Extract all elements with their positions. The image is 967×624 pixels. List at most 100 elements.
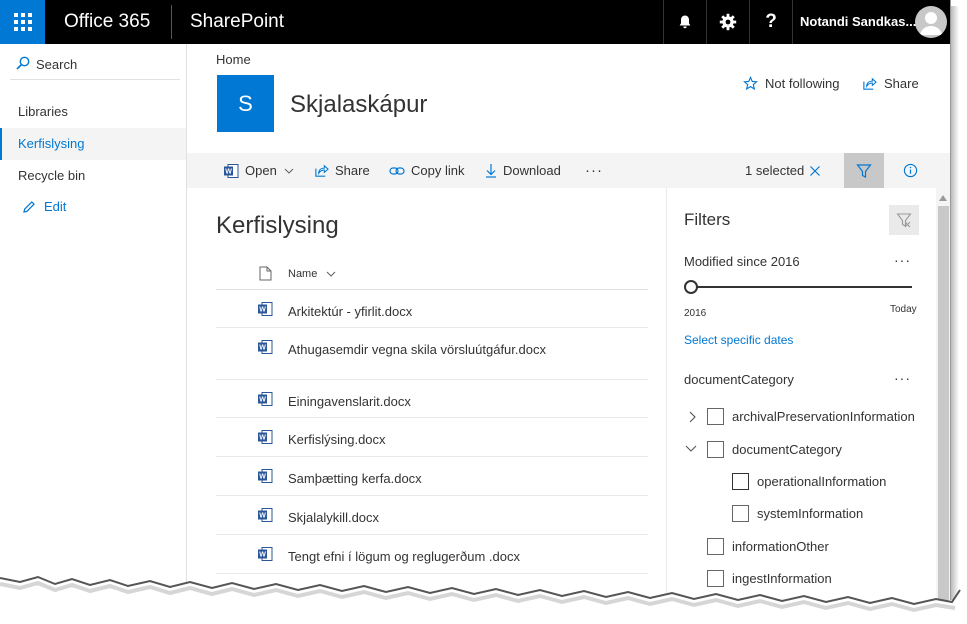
- file-name[interactable]: Skjalalykill.docx: [288, 510, 379, 525]
- svg-text:W: W: [259, 397, 266, 404]
- nav-item-libraries[interactable]: Libraries: [0, 96, 186, 128]
- checkbox[interactable]: [707, 441, 724, 458]
- svg-text:W: W: [225, 168, 232, 175]
- library-title: Kerfislysing: [216, 212, 339, 239]
- site-logo-letter: S: [238, 90, 253, 116]
- scrollbar-thumb[interactable]: [938, 206, 949, 600]
- edit-links-button[interactable]: Edit: [22, 199, 66, 214]
- torn-edge-decoration: [0, 575, 967, 624]
- filter-option-documentcategory[interactable]: documentCategory: [667, 439, 927, 463]
- word-icon: W: [258, 469, 273, 483]
- word-icon: W: [258, 508, 273, 522]
- column-header-row: Name: [216, 258, 648, 290]
- notifications-button[interactable]: [663, 0, 706, 44]
- search-icon: [16, 56, 30, 70]
- office365-brand[interactable]: Office 365: [64, 11, 150, 33]
- selection-status: 1 selected: [745, 153, 804, 188]
- list-item[interactable]: W Kerfislýsing.docx: [216, 418, 648, 457]
- clear-filters-button[interactable]: [889, 205, 919, 235]
- site-title[interactable]: Skjalaskápur: [290, 91, 427, 119]
- filter-option-label: operationalInformation: [757, 474, 887, 489]
- filters-pane: Filters Modified since 2016 ··· 2016 Tod…: [666, 188, 936, 600]
- scroll-up-arrow-icon[interactable]: [939, 195, 947, 201]
- svg-text:W: W: [259, 435, 266, 442]
- word-icon: W: [224, 163, 239, 178]
- chevron-down-icon[interactable]: [684, 443, 698, 455]
- select-dates-link[interactable]: Select specific dates: [684, 333, 793, 347]
- filter-option-system[interactable]: systemInformation: [667, 503, 927, 527]
- person-icon: [920, 12, 942, 35]
- nav-item-recycle-bin[interactable]: Recycle bin: [0, 160, 186, 192]
- file-name[interactable]: Samþætting kerfa.docx: [288, 471, 422, 486]
- app-name[interactable]: SharePoint: [190, 11, 284, 33]
- list-item[interactable]: W Athugasemdir vegna skila vörsluútgáfur…: [216, 328, 648, 380]
- share-label: Share: [335, 163, 370, 178]
- settings-button[interactable]: [706, 0, 749, 44]
- search-box[interactable]: Search: [10, 52, 180, 80]
- word-icon: W: [258, 340, 273, 354]
- command-bar: W Open Share Copy link Download ··· 1 se…: [187, 153, 950, 188]
- filter-option-label: systemInformation: [757, 506, 864, 521]
- file-name[interactable]: Arkitektúr - yfirlit.docx: [288, 304, 412, 319]
- category-filter-label: documentCategory: [684, 372, 794, 387]
- chevron-down-icon[interactable]: [325, 268, 337, 280]
- info-icon: [903, 163, 917, 178]
- open-button[interactable]: W Open: [223, 153, 295, 188]
- help-button[interactable]: ?: [749, 0, 792, 44]
- open-label: Open: [245, 163, 277, 178]
- pencil-icon: [23, 200, 35, 213]
- file-type-icon[interactable]: [259, 266, 272, 281]
- word-icon: W: [258, 392, 273, 406]
- user-menu-button[interactable]: Notandi Sandkas...: [792, 0, 950, 44]
- download-button[interactable]: Download: [485, 153, 561, 188]
- suite-bar: Office 365 SharePoint ? Notandi Sandkas.…: [0, 0, 950, 44]
- copy-link-button[interactable]: Copy link: [389, 153, 464, 188]
- site-logo[interactable]: S: [217, 75, 274, 132]
- chevron-right-icon[interactable]: [687, 410, 699, 424]
- clear-selection-button[interactable]: [809, 153, 821, 188]
- follow-button[interactable]: Not following: [743, 76, 839, 91]
- list-item[interactable]: W Skjalalykill.docx: [216, 496, 648, 535]
- modified-more-button[interactable]: ···: [894, 252, 911, 268]
- nav-item-kerfislysing[interactable]: Kerfislysing: [0, 128, 186, 160]
- chevron-down-icon: [284, 168, 294, 174]
- modified-slider-thumb[interactable]: [684, 280, 698, 294]
- list-item[interactable]: W Samþætting kerfa.docx: [216, 457, 648, 496]
- checkbox[interactable]: [732, 505, 749, 522]
- share-button[interactable]: Share: [314, 153, 370, 188]
- word-icon: W: [258, 430, 273, 444]
- file-name[interactable]: Einingavenslarit.docx: [288, 394, 411, 409]
- modified-slider-track[interactable]: [690, 286, 912, 288]
- sharepoint-window: Office 365 SharePoint ? Notandi Sandkas.…: [0, 0, 951, 600]
- share-icon: [863, 77, 877, 90]
- file-name[interactable]: Athugasemdir vegna skila vörsluútgáfur.d…: [288, 342, 546, 357]
- filter-option-operational[interactable]: operationalInformation: [667, 471, 927, 495]
- breadcrumb-home[interactable]: Home: [216, 52, 251, 67]
- svg-text:W: W: [259, 345, 266, 352]
- checkbox[interactable]: [707, 408, 724, 425]
- download-icon: [486, 164, 496, 178]
- file-name[interactable]: Kerfislýsing.docx: [288, 432, 386, 447]
- site-share-button[interactable]: Share: [862, 76, 919, 91]
- user-name: Notandi Sandkas...: [800, 14, 917, 29]
- clear-filter-icon: [896, 213, 912, 228]
- category-more-button[interactable]: ···: [894, 370, 911, 386]
- download-label: Download: [503, 163, 561, 178]
- svg-text:W: W: [259, 552, 266, 559]
- svg-text:W: W: [259, 307, 266, 314]
- checkbox[interactable]: [707, 538, 724, 555]
- info-pane-button[interactable]: [890, 153, 930, 188]
- list-item[interactable]: W Arkitektúr - yfirlit.docx: [216, 290, 648, 328]
- filter-pane-button[interactable]: [844, 153, 884, 188]
- filter-option-archival[interactable]: archivalPreservationInformation: [667, 406, 927, 430]
- filter-option-label: documentCategory: [732, 442, 842, 457]
- list-item[interactable]: W Einingavenslarit.docx: [216, 380, 648, 418]
- filter-option-information-other[interactable]: informationOther: [667, 536, 927, 560]
- checkbox[interactable]: [732, 473, 749, 490]
- word-icon: W: [258, 302, 273, 316]
- more-commands-button[interactable]: ···: [585, 153, 603, 188]
- column-header-name[interactable]: Name: [288, 268, 317, 280]
- app-launcher-button[interactable]: [0, 0, 45, 44]
- help-label: ?: [765, 11, 777, 32]
- filter-option-label: archivalPreservationInformation: [732, 409, 915, 424]
